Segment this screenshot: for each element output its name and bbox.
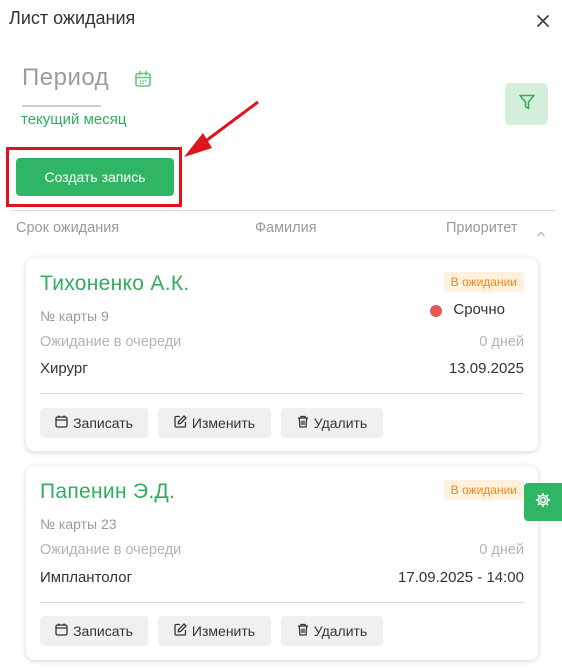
panel-title: Лист ожидания <box>9 8 136 28</box>
header-divider <box>10 210 555 211</box>
settings-button[interactable] <box>524 483 562 521</box>
card-number: № карты 23 <box>40 516 117 532</box>
specialty: Имплантолог <box>40 569 133 586</box>
calendar-icon <box>55 415 68 431</box>
delete-button-label: Удалить <box>313 623 368 639</box>
patient-name[interactable]: Тихоненко А.К. <box>40 272 190 296</box>
waiting-list-panel: Лист ожидания Период текущий месяц Созда… <box>0 0 562 671</box>
priority-text: Срочно <box>453 301 505 318</box>
book-button-label: Записать <box>73 415 133 431</box>
status-badge: В ожидании <box>443 272 524 292</box>
wait-label: Ожидание в очереди <box>40 334 182 350</box>
card-divider <box>40 602 524 603</box>
edit-button[interactable]: Изменить <box>158 408 271 438</box>
period-underline <box>22 105 101 107</box>
edit-button-label: Изменить <box>191 415 256 431</box>
filter-button[interactable] <box>505 83 548 125</box>
period-value[interactable]: текущий месяц <box>21 111 126 128</box>
card-divider <box>40 393 524 394</box>
book-button[interactable]: Записать <box>40 408 148 438</box>
trash-icon <box>297 623 309 639</box>
specialty: Хирург <box>40 360 88 377</box>
book-button-label: Записать <box>73 623 133 639</box>
gear-icon <box>535 492 551 513</box>
column-header-priority[interactable]: Приоритет <box>446 220 518 236</box>
edit-button[interactable]: Изменить <box>158 616 271 646</box>
appointment-date: 13.09.2025 <box>448 360 524 377</box>
waiting-list-card[interactable]: Папенин Э.Д. В ожидании № карты 23 Ожида… <box>26 466 538 660</box>
calendar-icon[interactable] <box>134 70 152 88</box>
filter-icon <box>518 93 536 116</box>
waiting-list-card[interactable]: Тихоненко А.К. В ожидании Срочно № карты… <box>26 258 538 451</box>
sort-arrow-icon[interactable] <box>536 225 546 243</box>
trash-icon <box>297 415 309 431</box>
delete-button[interactable]: Удалить <box>281 616 383 646</box>
wait-value: 0 дней <box>479 542 524 558</box>
wait-value: 0 дней <box>479 334 524 350</box>
period-label: Период <box>22 64 110 91</box>
calendar-icon <box>55 623 68 639</box>
edit-button-label: Изменить <box>191 623 256 639</box>
card-number: № карты 9 <box>40 308 109 324</box>
create-record-button[interactable]: Создать запись <box>16 158 174 196</box>
book-button[interactable]: Записать <box>40 616 148 646</box>
edit-icon <box>174 415 187 431</box>
patient-name[interactable]: Папенин Э.Д. <box>40 480 175 504</box>
appointment-date: 17.09.2025 - 14:00 <box>398 569 524 586</box>
close-icon[interactable] <box>536 14 550 28</box>
urgent-dot-icon <box>430 305 442 317</box>
wait-label: Ожидание в очереди <box>40 542 182 558</box>
column-header-name[interactable]: Фамилия <box>255 220 317 236</box>
delete-button[interactable]: Удалить <box>281 408 383 438</box>
column-header-term[interactable]: Срок ожидания <box>16 220 119 236</box>
edit-icon <box>174 623 187 639</box>
status-badge: В ожидании <box>443 480 524 500</box>
delete-button-label: Удалить <box>313 415 368 431</box>
